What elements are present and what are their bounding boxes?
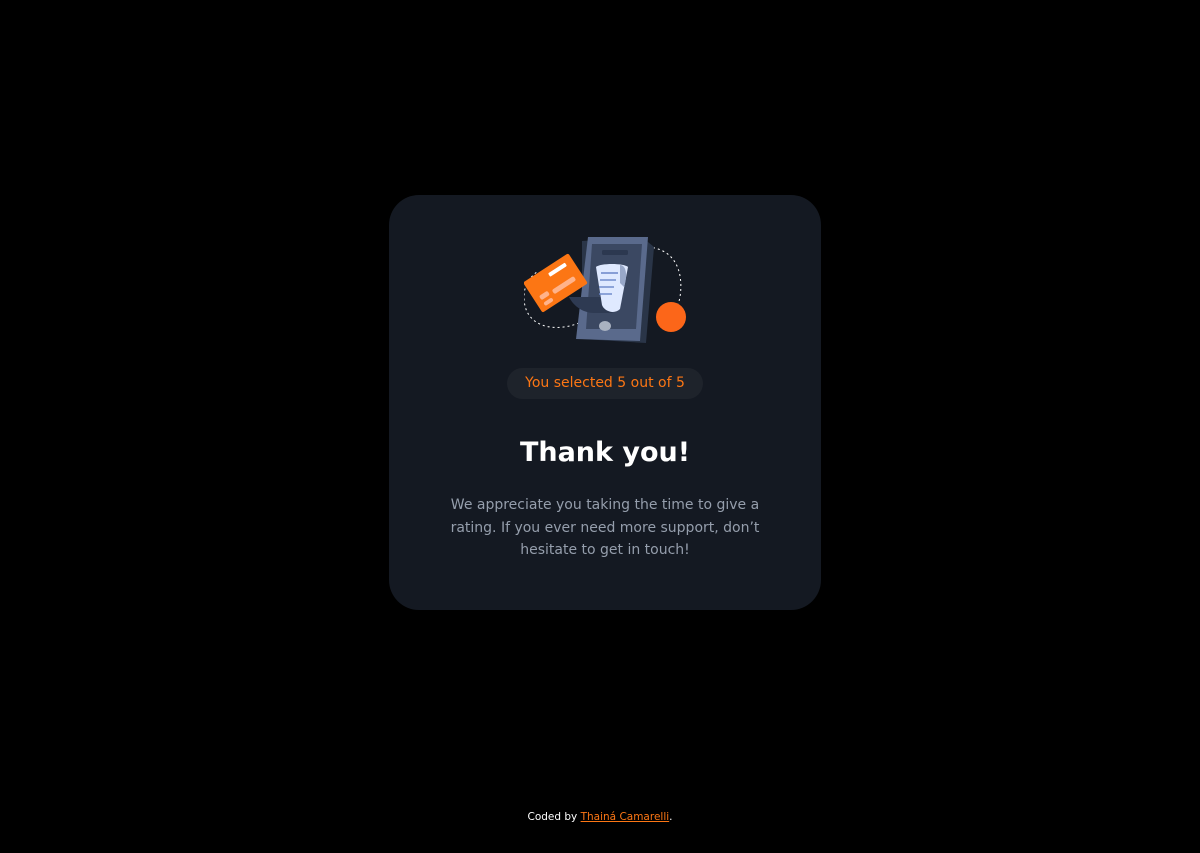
coded-by-label: Coded by: [527, 811, 578, 823]
thank-you-title: Thank you!: [519, 437, 691, 468]
attribution-period: .: [669, 811, 673, 823]
thank-you-message: We appreciate you taking the time to giv…: [450, 497, 760, 558]
orange-orb-icon: [656, 302, 686, 332]
author-link[interactable]: Thainá Camarelli: [581, 811, 670, 823]
thank-you-card: You selected 5 out of 5 Thank you! We ap…: [389, 195, 821, 610]
attribution: Coded by Thainá Camarelli.: [0, 809, 1200, 825]
page: You selected 5 out of 5 Thank you! We ap…: [0, 0, 1200, 853]
phone-payment-receipt-illustration: [524, 237, 686, 343]
rating-selection-badge: You selected 5 out of 5: [507, 368, 703, 399]
